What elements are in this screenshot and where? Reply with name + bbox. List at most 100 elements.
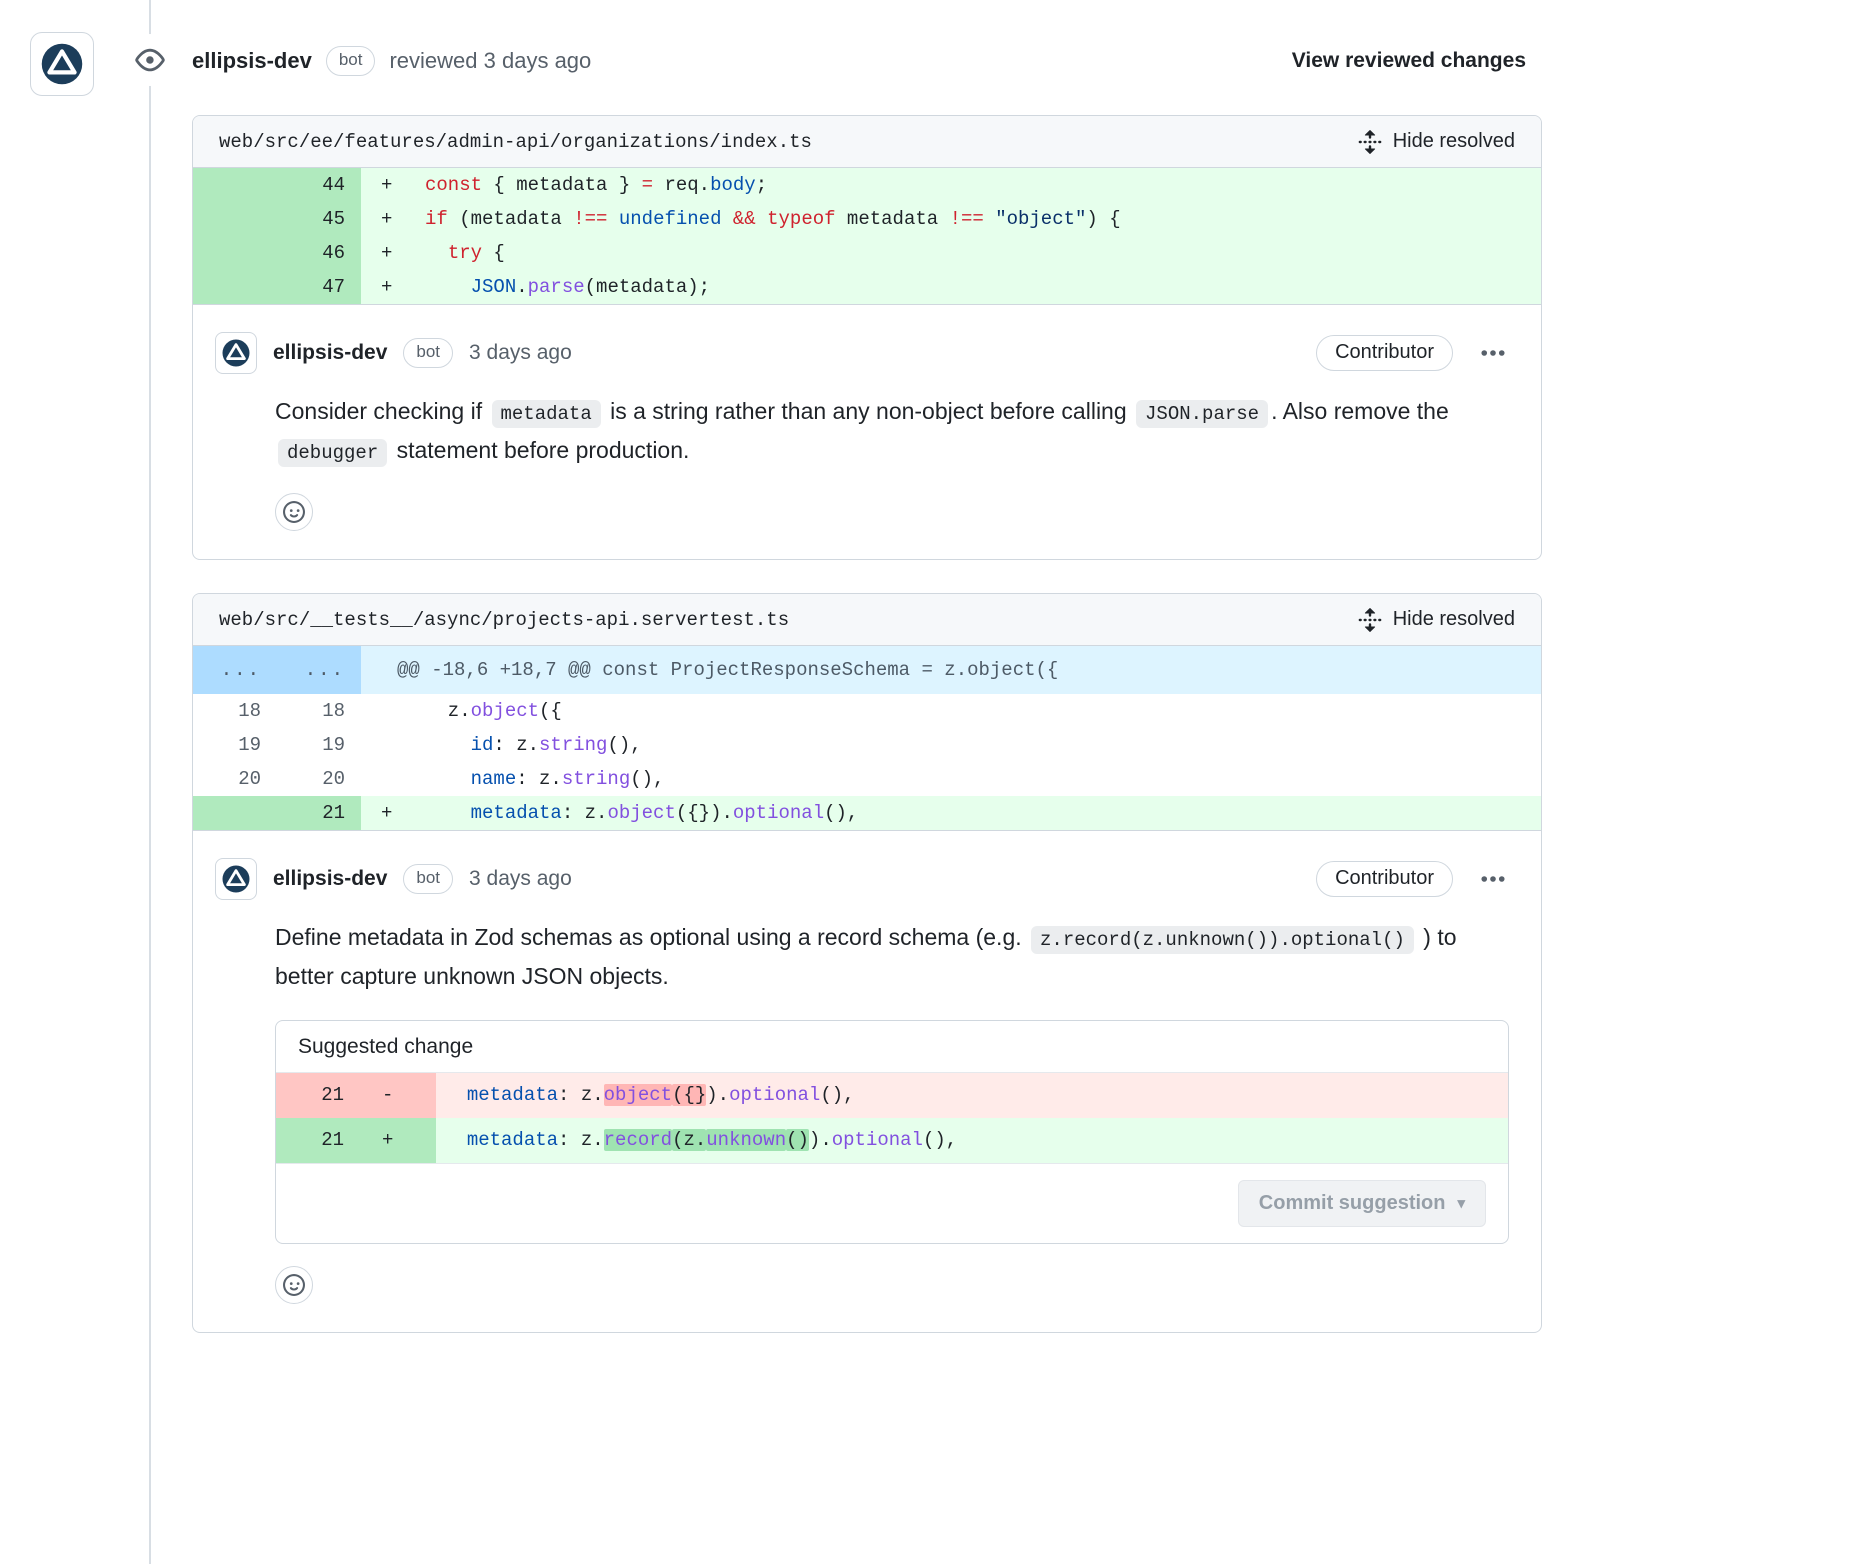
comment-author-avatar[interactable]	[215, 332, 257, 374]
line-number-old[interactable]	[193, 168, 277, 202]
line-number-old[interactable]	[193, 202, 277, 236]
code-token: (metadata);	[585, 276, 710, 298]
line-number-old[interactable]: 19	[193, 728, 277, 762]
hide-resolved-button[interactable]: Hide resolved	[1357, 129, 1515, 155]
code-token: !==	[950, 208, 984, 230]
diff-sign: +	[360, 1118, 436, 1163]
code-token: record	[604, 1129, 672, 1151]
inline-code: debugger	[278, 439, 387, 467]
code-token: metadata	[467, 1129, 558, 1151]
code-token: undefined	[619, 208, 722, 230]
line-number-new[interactable]: 45	[277, 202, 361, 236]
line-number-old[interactable]	[193, 796, 277, 830]
code-token: metadata	[836, 208, 950, 230]
comment-timestamp[interactable]: 3 days ago	[469, 867, 572, 891]
line-number-old[interactable]	[193, 236, 277, 270]
kebab-icon	[1479, 339, 1507, 367]
diff-sign: +	[361, 168, 417, 202]
code-line: metadata: z.object({}).optional(),	[417, 796, 1541, 830]
code-token: "object"	[995, 208, 1086, 230]
hunk-gutter[interactable]: ......	[193, 646, 361, 694]
kebab-icon	[1479, 865, 1507, 893]
suggestion-footer: Commit suggestion ▾	[276, 1163, 1508, 1243]
dropdown-caret-icon: ▾	[1457, 1196, 1465, 1211]
hunk-header-text: @@ -18,6 +18,7 @@ const ProjectResponseS…	[361, 646, 1541, 694]
hunk-new-marker: ...	[277, 646, 361, 694]
file-header: web/src/__tests__/async/projects-api.ser…	[193, 594, 1541, 646]
line-number-old[interactable]: 20	[193, 762, 277, 796]
code-token: metadata	[471, 802, 562, 824]
commit-suggestion-button[interactable]: Commit suggestion ▾	[1238, 1180, 1486, 1227]
code-token: optional	[733, 802, 824, 824]
diff-sign	[361, 762, 417, 796]
code-token: : z.	[562, 802, 608, 824]
smiley-icon	[283, 501, 305, 523]
hide-resolved-button[interactable]: Hide resolved	[1357, 607, 1515, 633]
emoji-reaction-button[interactable]	[275, 493, 313, 531]
line-number-old[interactable]: 18	[193, 694, 277, 728]
code-token: body	[710, 174, 756, 196]
review-comment: ellipsis-dev bot 3 days ago Contributor …	[193, 305, 1541, 559]
code-token: =	[642, 174, 653, 196]
diff-row: 1818 z.object({	[193, 694, 1541, 728]
code-token	[607, 208, 618, 230]
diff-sign: -	[360, 1073, 436, 1118]
file-path[interactable]: web/src/ee/features/admin-api/organizati…	[219, 131, 812, 153]
suggested-change-diff: 21- metadata: z.object({}).optional(),21…	[276, 1073, 1508, 1163]
comment-author-name[interactable]: ellipsis-dev	[273, 341, 387, 365]
comment-timestamp[interactable]: 3 days ago	[469, 341, 572, 365]
hunk-old-marker: ...	[193, 646, 277, 694]
code-line: try {	[417, 236, 1541, 270]
code-line: id: z.string(),	[417, 728, 1541, 762]
diff-sign: +	[361, 236, 417, 270]
file-path[interactable]: web/src/__tests__/async/projects-api.ser…	[219, 609, 789, 631]
code-token	[444, 1084, 467, 1106]
line-number: 21	[276, 1073, 360, 1118]
code-line: const { metadata } = req.body;	[417, 168, 1541, 202]
unfold-icon	[1357, 129, 1383, 155]
line-number-new[interactable]: 20	[277, 762, 361, 796]
comment-options-button[interactable]	[1479, 339, 1507, 367]
comment-header: ellipsis-dev bot 3 days ago Contributor	[215, 857, 1507, 901]
view-reviewed-changes-link[interactable]: View reviewed changes	[1292, 49, 1526, 73]
diff-row: ......@@ -18,6 +18,7 @@ const ProjectRes…	[193, 646, 1541, 694]
comment-body: Consider checking if metadata is a strin…	[275, 393, 1507, 471]
review-comment: ellipsis-dev bot 3 days ago Contributor …	[193, 831, 1541, 1332]
timeline-line	[149, 0, 151, 1564]
contributor-badge: Contributor	[1316, 335, 1453, 371]
code-token: : z.	[493, 734, 539, 756]
reviewer-name[interactable]: ellipsis-dev	[192, 48, 312, 74]
emoji-reaction-button[interactable]	[275, 1266, 313, 1304]
line-number-new[interactable]: 46	[277, 236, 361, 270]
diff-row: 46+ try {	[193, 236, 1541, 270]
line-number-new[interactable]: 19	[277, 728, 361, 762]
code-token: (),	[607, 734, 641, 756]
code-token	[444, 1129, 467, 1151]
comment-header: ellipsis-dev bot 3 days ago Contributor	[215, 331, 1507, 375]
line-number-old[interactable]	[193, 270, 277, 304]
line-number-new[interactable]: 18	[277, 694, 361, 728]
line-number-new[interactable]: 21	[277, 796, 361, 830]
code-token: try	[448, 242, 482, 264]
comment-options-button[interactable]	[1479, 865, 1507, 893]
hide-resolved-label: Hide resolved	[1393, 608, 1515, 631]
code-token: JSON	[471, 276, 517, 298]
eye-icon	[135, 45, 165, 75]
code-token: ).	[706, 1084, 729, 1106]
reviewer-avatar[interactable]	[30, 32, 94, 96]
diff-view: 44+const { metadata } = req.body;45+if (…	[193, 168, 1541, 305]
diff-row: 21+ metadata: z.object({}).optional(),	[193, 796, 1541, 830]
comment-author-avatar[interactable]	[215, 858, 257, 900]
diff-row: 1919 id: z.string(),	[193, 728, 1541, 762]
line-number-new[interactable]: 47	[277, 270, 361, 304]
review-timeline-item: ellipsis-dev bot reviewed 3 days ago Vie…	[192, 0, 1542, 1333]
code-token: (),	[923, 1129, 957, 1151]
diff-sign: +	[361, 796, 417, 830]
diff-row: 47+ JSON.parse(metadata);	[193, 270, 1541, 304]
code-token	[984, 208, 995, 230]
comment-author-name[interactable]: ellipsis-dev	[273, 867, 387, 891]
line-number-new[interactable]: 44	[277, 168, 361, 202]
code-token: metadata	[467, 1084, 558, 1106]
bot-badge: bot	[326, 46, 376, 75]
code-token: object	[604, 1084, 672, 1106]
